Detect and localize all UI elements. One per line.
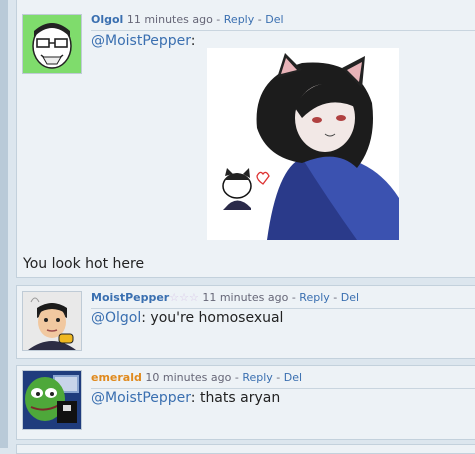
comment: MoistPepper☆☆☆ 11 minutes ago - Reply - … <box>16 285 475 359</box>
reply-link[interactable]: Reply <box>242 371 272 384</box>
comment-text: : <box>190 33 196 49</box>
comment-meta: Olgol 11 minutes ago - Reply - Del <box>91 13 284 26</box>
divider <box>91 308 475 309</box>
avatar[interactable] <box>22 14 82 74</box>
avatar[interactable] <box>22 291 82 351</box>
comment-body: @MoistPepper: thats aryan <box>91 390 280 406</box>
avatar-face-icon <box>23 292 81 350</box>
timestamp: 11 minutes ago <box>202 291 289 304</box>
divider <box>91 30 475 31</box>
comment-meta: MoistPepper☆☆☆ 11 minutes ago - Reply - … <box>91 291 359 304</box>
username-link[interactable]: Olgol <box>91 13 123 26</box>
username-link[interactable]: emerald <box>91 371 142 384</box>
comment-text: : thats aryan <box>190 390 281 406</box>
comment-body: @Olgol: you're homosexual <box>91 310 283 326</box>
mention-link[interactable]: @MoistPepper <box>91 390 191 406</box>
cat-drawing-icon <box>207 48 399 240</box>
separator: - <box>212 13 224 26</box>
delete-link[interactable]: Del <box>341 291 359 304</box>
comment-meta: emerald 10 minutes ago - Reply - Del <box>91 371 302 384</box>
avatar-face-icon <box>23 15 81 73</box>
comment-body-secondary: You look hot here <box>23 256 145 272</box>
separator: - <box>231 371 243 384</box>
comments-page: Olgol 11 minutes ago - Reply - Del @Mois… <box>0 0 475 454</box>
left-border <box>0 0 8 448</box>
reply-link[interactable]: Reply <box>224 13 254 26</box>
delete-link[interactable]: Del <box>284 371 302 384</box>
timestamp: 10 minutes ago <box>145 371 232 384</box>
separator: - <box>254 13 266 26</box>
avatar[interactable] <box>22 370 82 430</box>
avatar-frog-icon <box>23 371 81 429</box>
comment: emerald 10 minutes ago - Reply - Del @Mo… <box>16 365 475 440</box>
timestamp: 11 minutes ago <box>126 13 213 26</box>
delete-link[interactable]: Del <box>265 13 283 26</box>
comment-body: @MoistPepper: <box>91 33 196 49</box>
mention-link[interactable]: @Olgol <box>91 310 141 326</box>
comment-text: : you're homosexual <box>141 310 284 326</box>
mention-link[interactable]: @MoistPepper <box>91 33 191 49</box>
separator: - <box>288 291 300 304</box>
separator: - <box>272 371 284 384</box>
user-badge: ☆☆☆ <box>169 291 199 304</box>
divider <box>91 388 475 389</box>
username-link[interactable]: MoistPepper <box>91 291 169 304</box>
comment: Olgol 11 minutes ago - Reply - Del @Mois… <box>16 0 475 278</box>
comment-partial <box>16 444 475 454</box>
reply-link[interactable]: Reply <box>299 291 329 304</box>
separator: - <box>329 291 341 304</box>
posted-image[interactable] <box>207 48 399 240</box>
